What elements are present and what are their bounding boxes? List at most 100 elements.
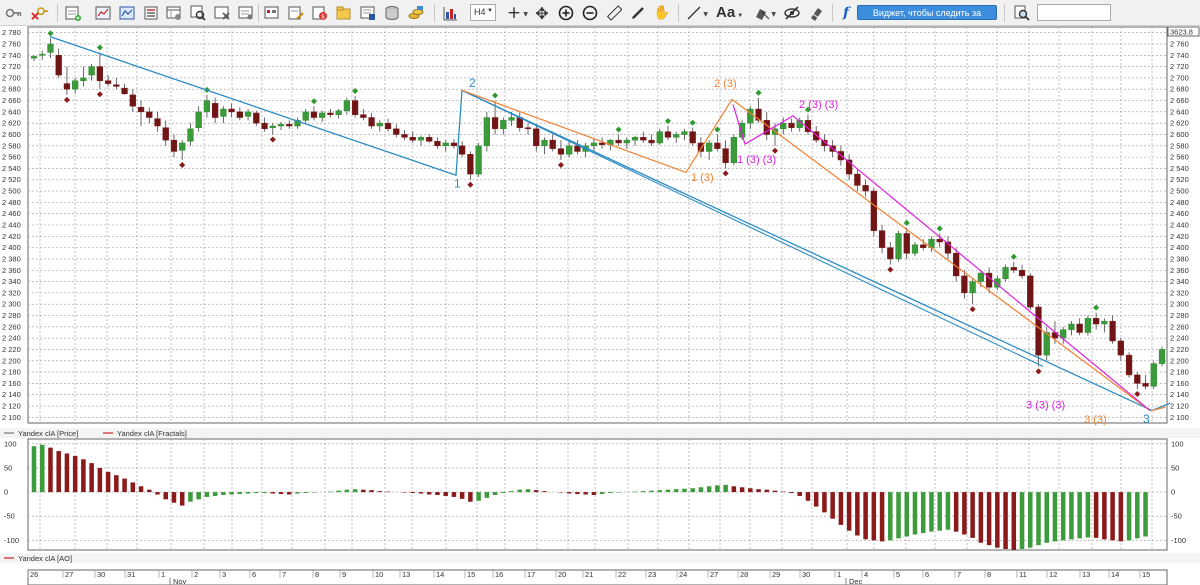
- money-stack-icon[interactable]: [406, 3, 426, 23]
- indicator-f-icon[interactable]: f: [836, 3, 856, 23]
- text-tool-button[interactable]: Aa ▼: [716, 3, 743, 23]
- crosshair-icon[interactable]: + ▼: [504, 3, 528, 23]
- candle-body: [566, 145, 573, 155]
- candle-body: [1068, 323, 1075, 330]
- search-input[interactable]: [1037, 4, 1111, 21]
- candle-body: [212, 103, 219, 118]
- price-tick-left: 2 620: [2, 119, 21, 128]
- candle-body: [154, 118, 161, 127]
- candle-body: [1084, 318, 1092, 333]
- candle-body: [887, 247, 894, 260]
- timeframe-value: H4: [474, 7, 486, 17]
- price-tick-right: 2 160: [1170, 379, 1189, 388]
- folder-coins-icon[interactable]: [334, 3, 354, 23]
- orders-icon[interactable]: $: [310, 3, 330, 23]
- wave-label-blue-2: 2: [469, 76, 476, 90]
- price-tick-right: 2 220: [1170, 345, 1189, 354]
- price-tick-left: 2 720: [2, 62, 21, 71]
- chart-window-icon[interactable]: [93, 3, 113, 23]
- candle-body: [557, 148, 565, 155]
- candle-body: [895, 233, 902, 260]
- candle-body: [88, 66, 95, 76]
- date-label: 14: [436, 570, 444, 579]
- date-label: 5: [896, 570, 900, 579]
- candle-body: [327, 112, 334, 115]
- price-tick-right: 2 540: [1170, 164, 1189, 173]
- price-tick-right: 2 240: [1170, 334, 1189, 343]
- candle-body: [286, 124, 293, 127]
- zoom-window-icon[interactable]: [188, 3, 208, 23]
- candle-body: [47, 43, 54, 53]
- price-tick-left: 2 580: [2, 141, 21, 150]
- price-tick-right: 2 120: [1170, 402, 1189, 411]
- price-tick-right: 2 680: [1170, 85, 1189, 94]
- calculator-list-icon[interactable]: [358, 3, 378, 23]
- price-tick-right: 2 740: [1170, 51, 1189, 60]
- close-window-icon[interactable]: [212, 3, 232, 23]
- ruler-icon[interactable]: [604, 3, 624, 23]
- price-tick-left: 2 460: [2, 209, 21, 218]
- move-icon[interactable]: ✥: [532, 3, 552, 23]
- price-tick-right: 2 360: [1170, 266, 1189, 275]
- price-tick-left: 2 360: [2, 266, 21, 275]
- candle-body: [862, 185, 869, 192]
- price-tick-left: 2 420: [2, 232, 21, 241]
- candle-body: [961, 275, 968, 294]
- date-label: 27: [65, 570, 73, 579]
- candle-body: [162, 127, 169, 141]
- hide-drawings-icon[interactable]: [782, 3, 802, 23]
- eraser-icon[interactable]: [806, 3, 826, 23]
- date-label: 26: [30, 570, 38, 579]
- date-label: 13: [1082, 570, 1090, 579]
- price-tick-right: 2 280: [1170, 311, 1189, 320]
- portfolio-icon[interactable]: [262, 3, 282, 23]
- price-tick-left: 2 240: [2, 334, 21, 343]
- price-tick-left: 2 660: [2, 96, 21, 105]
- candle-body: [491, 117, 499, 130]
- database-icon[interactable]: [382, 3, 402, 23]
- wave-label-magenta-2: 2 (3) (3): [799, 99, 838, 111]
- price-tick-left: 2 500: [2, 187, 21, 196]
- candle-body: [1101, 320, 1108, 325]
- candle-body: [920, 244, 927, 248]
- pencil-icon[interactable]: [628, 3, 648, 23]
- edit-list-icon[interactable]: [286, 3, 306, 23]
- risk-widget-button[interactable]: Виджет, чтобы следить за рисками: [857, 5, 997, 33]
- zoom-out-icon[interactable]: [580, 3, 600, 23]
- date-label: 9: [342, 570, 346, 579]
- trendline-icon[interactable]: ▼: [684, 3, 708, 23]
- price-tick-left: 2 520: [2, 175, 21, 184]
- candle-body: [261, 122, 268, 130]
- date-label: 1: [837, 570, 841, 579]
- month-label-nov: Nov: [173, 577, 187, 585]
- chart-blue-icon[interactable]: [117, 3, 137, 23]
- timeframe-select[interactable]: H4 ▼: [470, 4, 496, 21]
- chart-area[interactable]: 2 7802 7802 7602 7602 7402 7402 7202 720…: [0, 26, 1200, 585]
- candle-body: [360, 114, 367, 118]
- disconnect-key-icon[interactable]: [30, 3, 50, 23]
- highlighter-icon[interactable]: ▼: [752, 3, 776, 23]
- month-label-dec: Dec: [849, 577, 863, 585]
- candle-body: [129, 94, 136, 107]
- candle-body: [220, 108, 227, 117]
- date-label: 8: [315, 570, 319, 579]
- date-label: 20: [558, 570, 566, 579]
- table-settings-icon[interactable]: [164, 3, 184, 23]
- candle-body: [648, 139, 655, 144]
- candle-body: [277, 124, 285, 127]
- zoom-in-icon[interactable]: [556, 3, 576, 23]
- window-options-icon[interactable]: [236, 3, 256, 23]
- price-tick-right: 2 100: [1170, 413, 1189, 422]
- candle-body: [623, 139, 630, 144]
- hand-icon[interactable]: ✋: [652, 3, 672, 23]
- price-tick-left: 2 600: [2, 130, 21, 139]
- search-icon[interactable]: [1012, 3, 1032, 23]
- price-chart[interactable]: 2 7802 7802 7602 7602 7402 7402 7202 720…: [0, 26, 1200, 585]
- chart-type-icon[interactable]: [440, 3, 460, 23]
- candle-body: [903, 233, 910, 254]
- list-icon[interactable]: [141, 3, 161, 23]
- new-chart-icon[interactable]: [63, 3, 83, 23]
- candle-body: [384, 122, 392, 130]
- key-icon[interactable]: [4, 3, 24, 23]
- price-tick-right: 2 700: [1170, 73, 1189, 82]
